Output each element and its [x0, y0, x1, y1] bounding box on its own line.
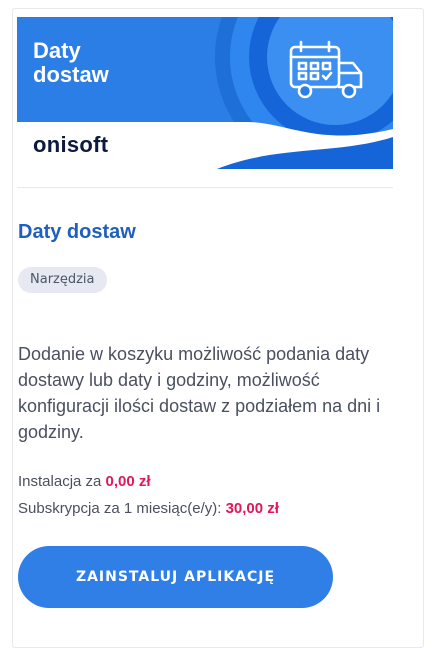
- app-banner[interactable]: Daty dostaw onisoft: [17, 17, 393, 169]
- install-app-button[interactable]: ZAINSTALUJ APLIKACJĘ: [18, 546, 333, 608]
- subscription-price-label: Subskrypcja za 1 miesiąc(e/y):: [18, 500, 226, 517]
- app-title[interactable]: Daty dostaw: [18, 221, 136, 244]
- onisoft-logo: onisoft: [33, 132, 109, 157]
- banner-title: Daty dostaw: [33, 39, 109, 87]
- banner-title-line2: dostaw: [33, 62, 109, 87]
- delivery-truck-calendar-icon: [289, 40, 363, 99]
- divider: [17, 187, 393, 188]
- install-price-value: 0,00 zł: [105, 473, 151, 490]
- banner-title-line1: Daty: [33, 38, 81, 63]
- install-price-line: Instalacja za 0,00 zł: [18, 473, 151, 490]
- category-badge: Narzędzia: [18, 267, 107, 293]
- app-description: Dodanie w koszyku możliwość podania daty…: [18, 344, 381, 442]
- subscription-price-value: 30,00 zł: [225, 500, 279, 517]
- install-price-label: Instalacja za: [18, 473, 106, 490]
- subscription-price-line: Subskrypcja za 1 miesiąc(e/y): 30,00 zł: [18, 500, 279, 517]
